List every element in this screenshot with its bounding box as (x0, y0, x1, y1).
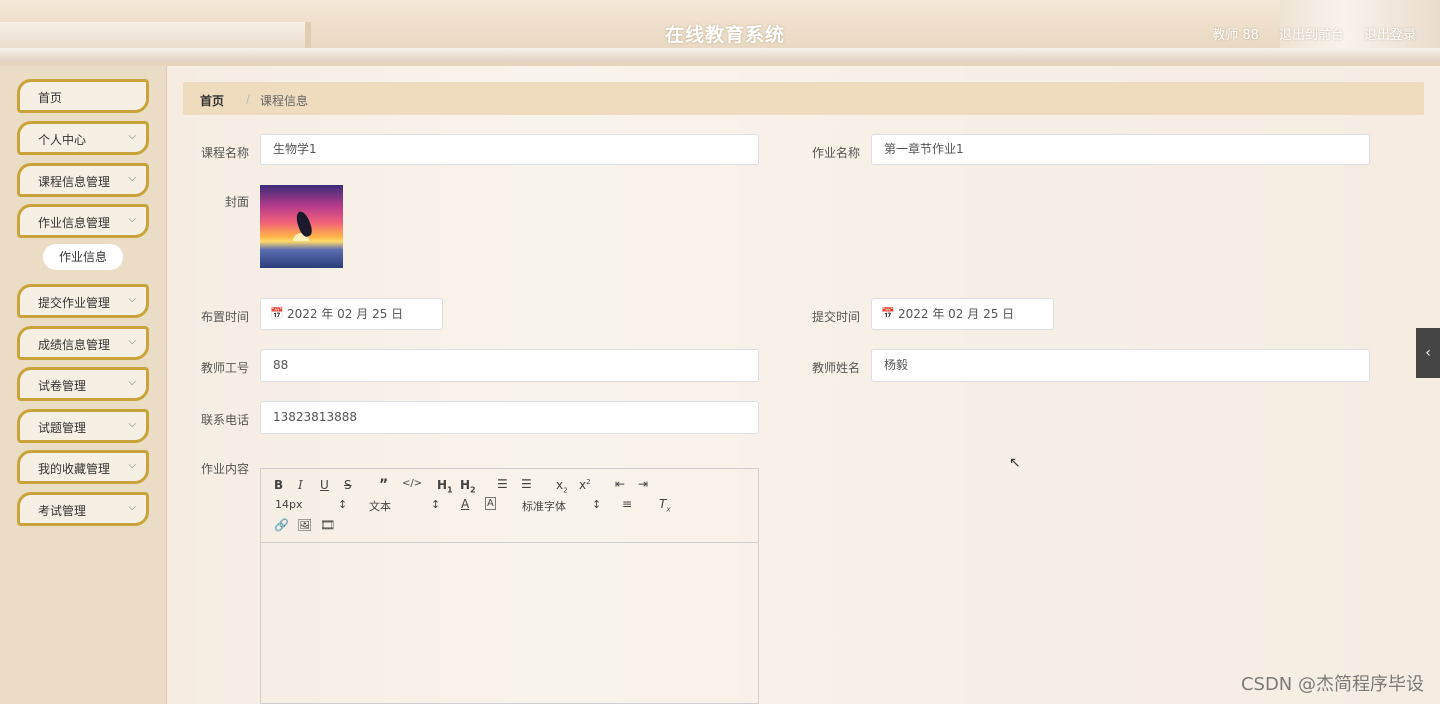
submit-time-label: 提交时间 (811, 310, 860, 324)
italic-icon[interactable]: I (298, 478, 303, 492)
blockquote-icon[interactable]: ” (379, 477, 388, 493)
top-header: 在线教育系统 教师 88 退出到前台 退出登录 (0, 0, 1440, 66)
code-block-icon[interactable]: </> (402, 478, 422, 489)
chevron-down-icon: ⌵ (128, 502, 136, 513)
chevron-down-icon: ⌵ (128, 336, 136, 347)
sidebar-item-personal-center[interactable]: 个人中心 ⌵ (17, 121, 149, 155)
current-user: 教师 88 (1212, 28, 1259, 43)
teacher-name-input[interactable]: 杨毅 (871, 349, 1370, 382)
text-type-select[interactable]: 文本 (369, 498, 391, 514)
assign-time-picker[interactable]: 📅 2022 年 02 月 25 日 (260, 298, 443, 330)
sidebar-item-label: 试题管理 (38, 421, 87, 435)
homework-name-label: 作业名称 (811, 146, 860, 160)
cover-label: 封面 (224, 195, 249, 209)
breadcrumb-home[interactable]: 首页 (200, 92, 224, 109)
underline-icon[interactable]: U (320, 478, 329, 492)
clear-format-icon[interactable]: Tx (659, 497, 671, 513)
header-shelf (0, 48, 1440, 62)
font-size-select[interactable]: 14px (275, 498, 303, 511)
main-content: 首页 / 课程信息 课程名称 生物学1 作业名称 第一章节作业1 封面 布置时间… (167, 66, 1440, 704)
select-arrows-icon: ↕ (431, 498, 441, 511)
header-decoration (0, 22, 311, 50)
heading2-icon[interactable]: H2 (460, 478, 476, 494)
sidebar-item-homework-management[interactable]: 作业信息管理 ⌵ (17, 204, 149, 238)
bold-icon[interactable]: B (274, 478, 283, 492)
editor-toolbar: B I U S ” </> H1 H2 ☰ ☰ x2 x2 ⇤ ⇥ 14px ↕… (261, 469, 758, 543)
chevron-down-icon: ⌵ (128, 294, 136, 305)
calendar-icon: 📅 (881, 307, 895, 320)
sidebar-item-exams[interactable]: 考试管理 ⌵ (17, 492, 149, 526)
course-name-input[interactable]: 生物学1 (260, 134, 759, 165)
mouse-cursor-icon: ↖ (1009, 455, 1021, 471)
sidebar-item-course-management[interactable]: 课程信息管理 ⌵ (17, 163, 149, 197)
teacher-name-label: 教师姓名 (811, 361, 860, 375)
sidebar-item-home[interactable]: 首页 (17, 79, 149, 113)
font-family-select[interactable]: 标准字体 (522, 498, 566, 514)
outdent-icon[interactable]: ⇤ (615, 477, 625, 491)
teacher-id-input[interactable]: 88 (260, 349, 759, 382)
collapse-panel-button[interactable]: ‹ (1416, 328, 1440, 378)
course-name-label: 课程名称 (200, 146, 249, 160)
sidebar-item-label: 试卷管理 (38, 379, 87, 393)
editor-body[interactable] (261, 543, 758, 703)
select-arrows-icon: ↕ (338, 498, 348, 511)
chevron-down-icon: ⌵ (128, 214, 136, 225)
font-color-icon[interactable]: A (461, 497, 469, 511)
ordered-list-icon[interactable]: ☰ (497, 477, 508, 491)
homework-name-input[interactable]: 第一章节作业1 (871, 134, 1370, 165)
link-icon[interactable]: 🔗 (274, 518, 289, 532)
image-icon[interactable]: 🖼 (297, 518, 312, 532)
assign-time-value: 2022 年 02 月 25 日 (287, 307, 404, 321)
sidebar-item-label: 成绩信息管理 (38, 338, 111, 352)
logout-link[interactable]: 退出登录 (1364, 24, 1416, 43)
bullet-list-icon[interactable]: ☰ (521, 477, 532, 491)
cover-image[interactable] (260, 185, 343, 268)
submit-time-picker[interactable]: 📅 2022 年 02 月 25 日 (871, 298, 1054, 330)
sidebar-item-favorites[interactable]: 我的收藏管理 ⌵ (17, 450, 149, 484)
select-arrows-icon: ↕ (592, 498, 602, 511)
submit-time-value: 2022 年 02 月 25 日 (898, 307, 1015, 321)
sidebar-item-label: 考试管理 (38, 504, 87, 518)
phone-label: 联系电话 (200, 413, 249, 427)
sidebar-subitem-homework-info[interactable]: 作业信息 (43, 244, 123, 270)
align-icon[interactable]: ≡ (622, 497, 632, 511)
superscript-icon[interactable]: x2 (579, 478, 591, 492)
chevron-down-icon: ⌵ (128, 419, 136, 430)
breadcrumb-separator: / (246, 92, 251, 106)
subscript-icon[interactable]: x2 (556, 478, 568, 494)
sidebar-item-label: 个人中心 (38, 133, 87, 147)
strikethrough-icon[interactable]: S (344, 478, 352, 492)
calendar-icon: 📅 (270, 307, 284, 320)
background-color-icon[interactable]: A (485, 497, 496, 510)
breadcrumb-current: 课程信息 (260, 94, 309, 108)
front-page-link[interactable]: 退出到前台 (1279, 24, 1344, 43)
sidebar-item-label: 首页 (38, 91, 63, 105)
watermark: CSDN @杰简程序毕设 (1240, 674, 1424, 695)
chevron-down-icon: ⌵ (128, 377, 136, 388)
app-title: 在线教育系统 (664, 24, 785, 46)
sidebar-item-label: 课程信息管理 (38, 175, 111, 189)
content-label: 作业内容 (200, 462, 249, 476)
video-icon[interactable]: 🎞 (320, 518, 335, 532)
chevron-down-icon: ⌵ (128, 131, 136, 142)
sidebar-item-label: 提交作业管理 (38, 296, 111, 310)
chevron-down-icon: ⌵ (128, 460, 136, 471)
sidebar-item-label: 我的收藏管理 (38, 462, 111, 476)
indent-icon[interactable]: ⇥ (638, 477, 648, 491)
sidebar-item-questions[interactable]: 试题管理 ⌵ (17, 409, 149, 443)
sidebar-item-label: 作业信息管理 (38, 216, 111, 230)
assign-time-label: 布置时间 (200, 310, 249, 324)
phone-input[interactable]: 13823813888 (260, 401, 759, 434)
sidebar-item-papers[interactable]: 试卷管理 ⌵ (17, 367, 149, 401)
chevron-down-icon: ⌵ (128, 173, 136, 184)
rich-text-editor: B I U S ” </> H1 H2 ☰ ☰ x2 x2 ⇤ ⇥ 14px ↕… (260, 468, 759, 704)
heading1-icon[interactable]: H1 (437, 478, 453, 494)
breadcrumb: 首页 / 课程信息 (183, 82, 1424, 115)
sidebar-item-grades[interactable]: 成绩信息管理 ⌵ (17, 326, 149, 360)
sidebar: 首页 个人中心 ⌵ 课程信息管理 ⌵ 作业信息管理 ⌵ 作业信息 提交作业管理 … (0, 66, 167, 704)
teacher-id-label: 教师工号 (200, 361, 249, 375)
sidebar-item-submit-homework[interactable]: 提交作业管理 ⌵ (17, 284, 149, 318)
